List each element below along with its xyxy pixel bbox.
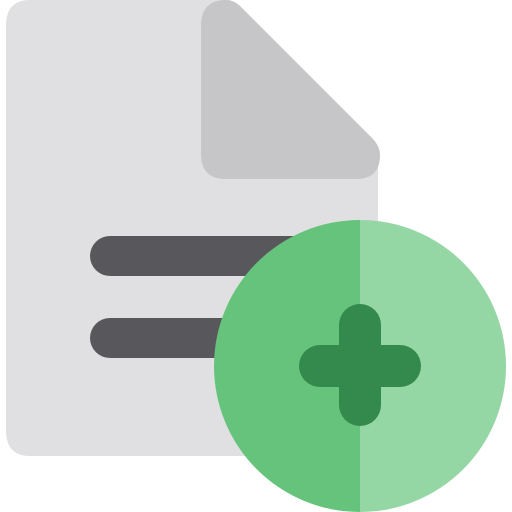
folded-corner	[201, 0, 380, 179]
add-file-icon	[0, 0, 512, 512]
add-file-graphic	[6, 0, 506, 512]
